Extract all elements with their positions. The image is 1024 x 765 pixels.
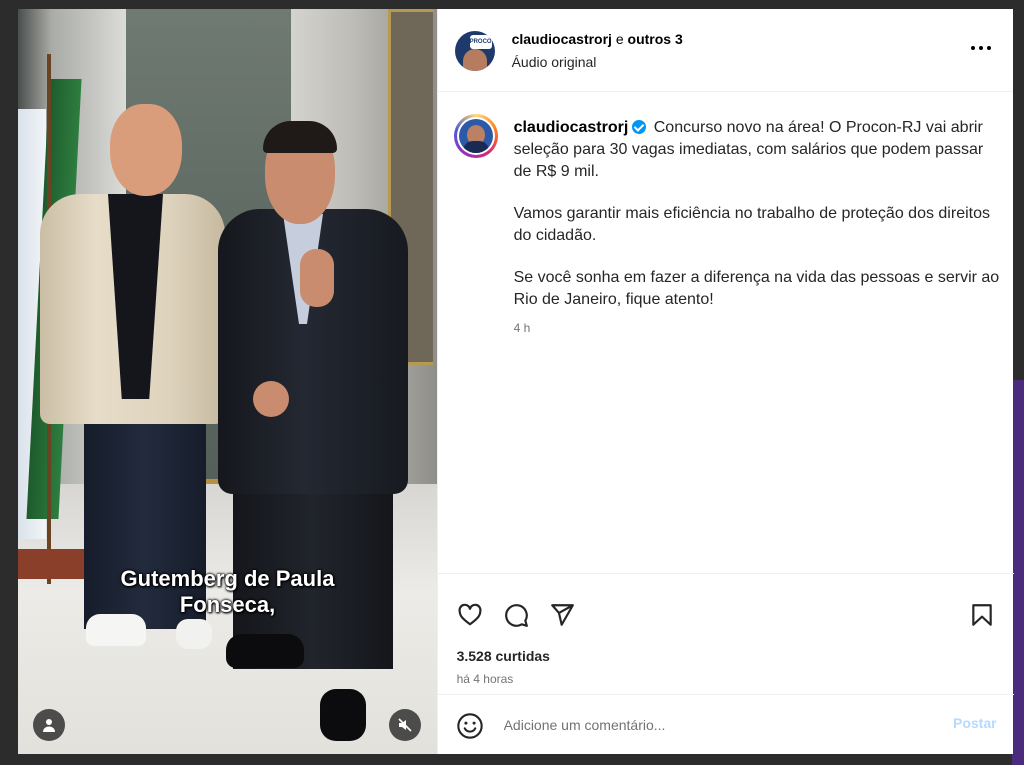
emoji-button[interactable] (456, 712, 484, 740)
backdrop-edge (1012, 380, 1024, 765)
person-right-hand (300, 249, 334, 307)
caption-author-avatar[interactable] (453, 114, 498, 158)
comment-button[interactable] (502, 601, 530, 629)
person-right-hand (253, 381, 289, 417)
send-icon (550, 604, 574, 626)
heart-icon (458, 603, 482, 626)
more-dot-icon (971, 46, 975, 50)
video-subtitle-line: Gutemberg de Paula (120, 566, 335, 591)
caption-paragraph: Vamos garantir mais eficiência no trabal… (513, 205, 990, 244)
more-dot-icon (987, 46, 991, 50)
author-avatar[interactable]: PROCON (454, 31, 495, 71)
save-button[interactable] (968, 601, 996, 629)
post-details-panel: PROCON claudiocastrorj e outros 3 Áudio … (436, 9, 1014, 755)
speaker-muted-icon (398, 718, 412, 732)
avatar-face (462, 49, 487, 71)
caption-username-link[interactable]: claudiocastrorj (514, 119, 629, 136)
tagged-users-button[interactable] (33, 709, 65, 741)
author-username-link[interactable]: claudiocastrorj (512, 31, 612, 47)
post-time[interactable]: há 4 horas (457, 672, 514, 686)
person-right-shoe (226, 634, 304, 668)
video-subtitle-line: Fonseca, (179, 592, 276, 617)
like-button[interactable] (456, 601, 484, 629)
comment-input[interactable] (503, 713, 924, 737)
caption-section: claudiocastrorj Concurso novo na área! O… (438, 92, 1014, 572)
caption-timestamp[interactable]: 4 h (514, 321, 531, 335)
collaborators-link[interactable]: outros 3 (628, 31, 683, 47)
post-modal: Gutemberg de Paula Fonseca, PROCON claud… (18, 9, 1014, 755)
connector-text: e (615, 31, 624, 47)
post-header: PROCON claudiocastrorj e outros 3 Áudio … (437, 9, 1013, 92)
procon-badge: PROCON (469, 35, 495, 49)
avatar-ring-inner (456, 117, 495, 155)
caption-paragraph: Se você sonha em fazer a diferença na vi… (513, 269, 1000, 308)
person-left-head (110, 104, 182, 196)
post-comment-button[interactable]: Postar (953, 715, 997, 731)
action-bar: 3.528 curtidas há 4 horas (437, 573, 1014, 704)
mute-button[interactable] (389, 709, 421, 741)
avatar-photo (458, 119, 493, 153)
avatar-body (462, 141, 489, 153)
share-button[interactable] (548, 601, 576, 629)
person-left-shoe (86, 614, 146, 646)
bookmark-icon (971, 604, 992, 626)
smiley-icon (456, 713, 483, 739)
verified-badge-icon (632, 120, 647, 134)
video-subtitle: Gutemberg de Paula Fonseca, (18, 566, 437, 618)
person-right-hair (263, 121, 337, 153)
collab-names: claudiocastrorj e outros 3 (512, 31, 683, 47)
person-left-shoe (176, 619, 212, 649)
user-icon (43, 719, 55, 732)
person-right-shoe (320, 689, 366, 741)
likes-count[interactable]: 3.528 curtidas (457, 648, 550, 664)
caption-text: claudiocastrorj Concurso novo na área! O… (514, 117, 1002, 331)
reel-video[interactable]: Gutemberg de Paula Fonseca, (18, 9, 437, 754)
audio-link[interactable]: Áudio original (512, 54, 597, 70)
comment-composer: Postar (437, 694, 1014, 755)
more-options-button[interactable] (971, 43, 993, 53)
more-dot-icon (979, 46, 983, 50)
comment-bubble-icon (504, 604, 528, 627)
